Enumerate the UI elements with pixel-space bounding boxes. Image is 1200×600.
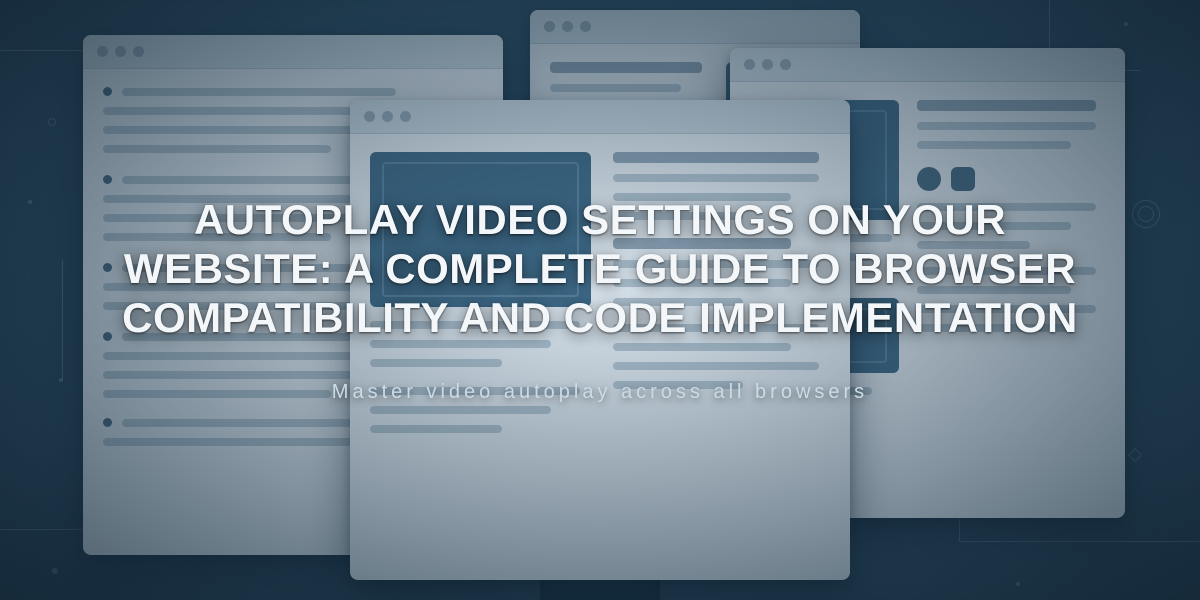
hero-copy: AUTOPLAY VIDEO SETTINGS ON YOUR WEBSITE:… [0, 0, 1200, 600]
hero-banner: ▸ ✕ [0, 0, 1200, 600]
hero-title: AUTOPLAY VIDEO SETTINGS ON YOUR WEBSITE:… [115, 196, 1085, 342]
hero-subtitle: Master video autoplay across all browser… [332, 381, 868, 404]
